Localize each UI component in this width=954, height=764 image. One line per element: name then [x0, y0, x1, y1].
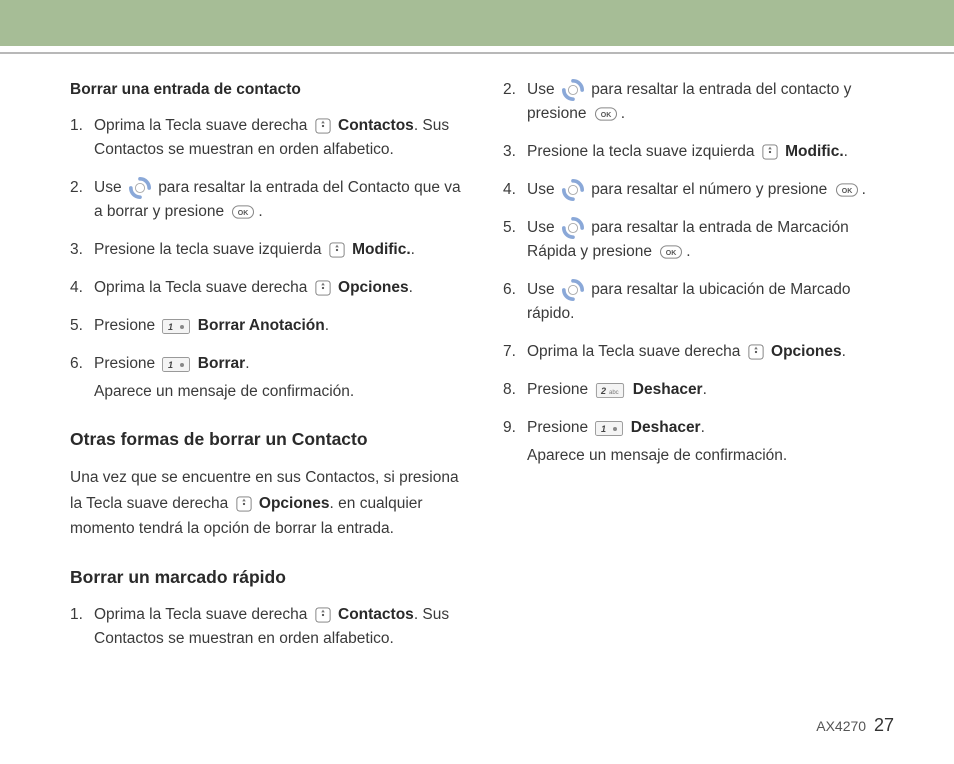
ok-button-icon — [659, 245, 683, 259]
heading-speed-dial: Borrar un marcado rápido — [70, 564, 461, 591]
softkey-right-icon — [748, 344, 764, 360]
text: Presione — [527, 419, 592, 436]
svg-text:abc: abc — [609, 390, 619, 396]
key-1-icon: 1 — [162, 319, 190, 334]
label-borrar-anotacion: Borrar Anotación — [198, 317, 325, 334]
text: . — [621, 105, 625, 122]
step-6: Use para resaltar la ubicación de Marcad… — [503, 278, 894, 326]
steps-delete-entry: Oprima la Tecla suave derecha Contactos.… — [70, 114, 461, 404]
label-opciones: Opciones — [338, 279, 409, 296]
step-9: Presione 1 Deshacer. Aparece un mensaje … — [503, 416, 894, 468]
model-number: AX4270 — [816, 718, 866, 734]
step-2: Use para resaltar la entrada del contact… — [503, 78, 894, 126]
nav-ring-icon — [562, 179, 584, 201]
softkey-right-icon — [315, 280, 331, 296]
label-modific: Modific. — [352, 241, 411, 258]
text: . — [258, 203, 262, 220]
column-right: Use para resaltar la entrada del contact… — [503, 78, 894, 665]
text: Presione la tecla suave izquierda — [527, 143, 759, 160]
text: Presione — [94, 355, 159, 372]
text: Use — [527, 219, 559, 236]
ok-button-icon — [835, 183, 859, 197]
step-2: Use para resaltar la entrada del Contact… — [70, 176, 461, 224]
step-5: Use para resaltar la entrada de Marcació… — [503, 216, 894, 264]
heading-delete-entry: Borrar una entrada de contacto — [70, 78, 461, 102]
label-contactos: Contactos — [338, 606, 414, 623]
confirm-msg: Aparece un mensaje de confirmación. — [94, 380, 461, 404]
text: . — [245, 355, 249, 372]
step-3: Presione la tecla suave izquierda Modifi… — [70, 238, 461, 262]
confirm-msg: Aparece un mensaje de confirmación. — [527, 444, 894, 468]
text: . — [701, 419, 705, 436]
text: Use — [527, 181, 559, 198]
page-number: 27 — [874, 715, 894, 735]
text: . — [844, 143, 848, 160]
ok-button-icon — [231, 205, 255, 219]
svg-text:2: 2 — [600, 386, 606, 396]
step-3: Presione la tecla suave izquierda Modifi… — [503, 140, 894, 164]
label-modific: Modific. — [785, 143, 844, 160]
softkey-right-icon — [315, 607, 331, 623]
step-6: Presione 1 Borrar. Aparece un mensaje de… — [70, 352, 461, 404]
nav-ring-icon — [129, 177, 151, 199]
column-left: Borrar una entrada de contacto Oprima la… — [70, 78, 461, 665]
text: Oprima la Tecla suave derecha — [527, 343, 745, 360]
text: Presione la tecla suave izquierda — [94, 241, 326, 258]
text: . — [703, 381, 707, 398]
page-content: Borrar una entrada de contacto Oprima la… — [0, 54, 954, 665]
label-deshacer: Deshacer — [633, 381, 703, 398]
text: . — [411, 241, 415, 258]
text: para resaltar el número y presione — [591, 181, 831, 198]
step-5: Presione 1 Borrar Anotación. — [70, 314, 461, 338]
text: Oprima la Tecla suave derecha — [94, 606, 312, 623]
svg-text:1: 1 — [168, 360, 173, 370]
para-other-ways: Una vez que se encuentre en sus Contacto… — [70, 465, 461, 542]
svg-text:1: 1 — [601, 424, 606, 434]
text: . — [409, 279, 413, 296]
header-band — [0, 0, 954, 46]
text: . — [686, 243, 690, 260]
page-footer: AX4270 27 — [816, 715, 894, 736]
nav-ring-icon — [562, 217, 584, 239]
step-7: Oprima la Tecla suave derecha Opciones. — [503, 340, 894, 364]
ok-button-icon — [594, 107, 618, 121]
step-1: Oprima la Tecla suave derecha Contactos.… — [70, 114, 461, 162]
nav-ring-icon — [562, 79, 584, 101]
step-4: Oprima la Tecla suave derecha Opciones. — [70, 276, 461, 300]
label-deshacer: Deshacer — [631, 419, 701, 436]
text: Oprima la Tecla suave derecha — [94, 117, 312, 134]
text: Oprima la Tecla suave derecha — [94, 279, 312, 296]
key-1-icon: 1 — [162, 357, 190, 372]
text: Use — [527, 281, 559, 298]
key-1-icon: 1 — [595, 421, 623, 436]
step-1: Oprima la Tecla suave derecha Contactos.… — [70, 603, 461, 651]
label-opciones: Opciones — [259, 495, 330, 512]
text: Use — [527, 81, 559, 98]
key-2-icon: 2abc — [595, 383, 625, 398]
heading-other-ways: Otras formas de borrar un Contacto — [70, 426, 461, 453]
text: Presione — [527, 381, 592, 398]
label-borrar: Borrar — [198, 355, 245, 372]
text: Presione — [94, 317, 159, 334]
steps-speed-dial-b: Use para resaltar la entrada del contact… — [503, 78, 894, 468]
nav-ring-icon — [562, 279, 584, 301]
text: . — [842, 343, 846, 360]
text: Use — [94, 179, 126, 196]
softkey-right-icon — [236, 496, 252, 512]
softkey-left-icon — [762, 144, 778, 160]
text: . — [862, 181, 866, 198]
step-4: Use para resaltar el número y presione . — [503, 178, 894, 202]
step-8: Presione 2abc Deshacer. — [503, 378, 894, 402]
softkey-right-icon — [315, 118, 331, 134]
text: . — [325, 317, 329, 334]
label-opciones: Opciones — [771, 343, 842, 360]
label-contactos: Contactos — [338, 117, 414, 134]
steps-speed-dial-a: Oprima la Tecla suave derecha Contactos.… — [70, 603, 461, 651]
softkey-left-icon — [329, 242, 345, 258]
svg-text:1: 1 — [168, 322, 173, 332]
